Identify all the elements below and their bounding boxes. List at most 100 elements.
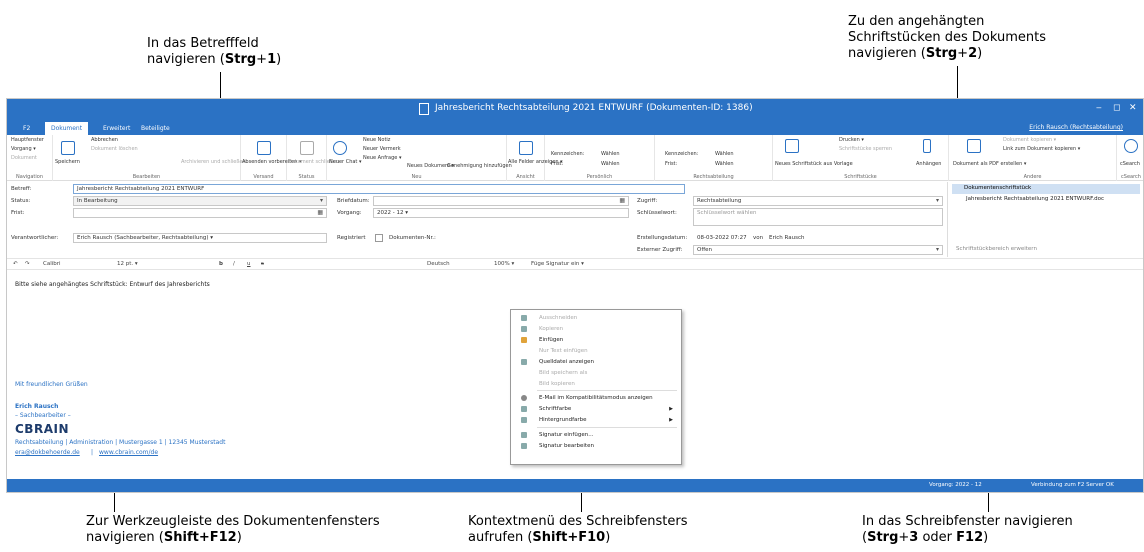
menu-item-copy-image[interactable]: Bild kopieren	[511, 379, 681, 389]
callout-subject-text: navigieren (	[147, 52, 225, 67]
italic-button[interactable]: /	[233, 261, 235, 267]
approval-button[interactable]: Genehmigung hinzufügen	[447, 163, 512, 169]
externer-zugriff-select[interactable]: Offen ▾	[693, 245, 943, 255]
status-select[interactable]: In Bearbeitung ▾	[73, 196, 327, 206]
close-icon[interactable]: ✕	[1129, 103, 1137, 113]
schluesselwort-field[interactable]: Schlüsselwort wählen	[693, 208, 943, 226]
tab-beteiligte[interactable]: Beteiligte	[135, 122, 176, 135]
document-icon	[419, 103, 429, 115]
schluesselwort-label: Schlüsselwort:	[637, 210, 677, 216]
menu-item-copy[interactable]: Kopieren	[511, 324, 681, 334]
callout-editor-key1: Strg	[867, 530, 899, 545]
menu-item-label: Bild kopieren	[539, 381, 575, 387]
menu-item-edit-signature[interactable]: Signatur bearbeiten	[511, 441, 681, 451]
tab-dokument[interactable]: Dokument	[45, 122, 89, 135]
new-note-button[interactable]: Neue Notiz	[363, 137, 390, 143]
signature-email[interactable]: era@dokbehoerde.de	[15, 449, 80, 456]
delete-button[interactable]: Dokument löschen	[91, 146, 138, 152]
attachment-header[interactable]: Dokumentenschriftstück	[952, 184, 1140, 194]
language-select[interactable]: Deutsch	[427, 261, 450, 267]
new-request-button[interactable]: Neue Anfrage ▾	[363, 155, 401, 161]
menu-item-paste-text[interactable]: Nur Text einfügen	[511, 346, 681, 356]
briefdatum-field[interactable]: ▦	[373, 196, 629, 206]
undo-icon[interactable]: ↶	[13, 261, 18, 267]
callout-toolbar-key: Shift+F12	[163, 530, 237, 545]
menu-item-view-source[interactable]: Quelldatei anzeigen	[511, 357, 681, 367]
dokument-button[interactable]: Dokument	[11, 155, 37, 161]
menu-item-insert-signature[interactable]: Signatur einfügen...	[511, 430, 681, 440]
lock-button[interactable]: Schriftstücke sperren	[839, 146, 892, 152]
menu-item-save-image[interactable]: Bild speichern als	[511, 368, 681, 378]
expand-attachments-link[interactable]: Schriftstückbereich erweitern	[956, 246, 1037, 252]
rechts-frist-select[interactable]: Wählen	[715, 161, 734, 167]
redo-icon[interactable]: ↷	[25, 261, 30, 267]
rechts-frist-label: Frist:	[665, 161, 678, 167]
tab-f2[interactable]: F2	[17, 122, 36, 135]
ribbon: Hauptfenster Vorgang ▾ Dokument Navigati…	[7, 135, 1143, 181]
persoenlich-frist-select[interactable]: Wählen	[601, 161, 620, 167]
font-size-select[interactable]: 12 pt. ▾	[117, 261, 138, 267]
minimize-icon[interactable]: ‒	[1096, 103, 1102, 113]
callout-plus: +	[957, 46, 969, 61]
csearch-button[interactable]: cSearch	[1120, 161, 1140, 167]
callout-context: Kontextmenü des Schreibfensters aufrufen…	[468, 514, 688, 546]
rechts-kennzeichen-select[interactable]: Wählen	[715, 151, 734, 157]
font-select[interactable]: Calibri	[43, 261, 61, 267]
vorgang-label: Vorgang:	[337, 210, 362, 216]
user-link[interactable]: Erich Rausch (Rechtsabteilung)	[1029, 124, 1123, 131]
attachment-item[interactable]: Jahresbericht Rechtsabteilung 2021 ENTWU…	[952, 196, 1104, 202]
vorgang-field[interactable]: 2022 - 12 ▾	[373, 208, 629, 218]
briefdatum-label: Briefdatum:	[337, 198, 370, 204]
signature-select[interactable]: Füge Signatur ein ▾	[531, 261, 584, 267]
vorgang-button[interactable]: Vorgang ▾	[11, 146, 36, 152]
group-navigation: Hauptfenster Vorgang ▾ Dokument Navigati…	[7, 135, 53, 181]
zugriff-select[interactable]: Rechtsabteilung ▾	[693, 196, 943, 206]
verantwortlicher-field[interactable]: Erich Rausch (Sachbearbeiter, Rechtsabte…	[73, 233, 327, 243]
frist-field[interactable]: ▦	[73, 208, 327, 218]
group-csearch: cSearch cSearch	[1117, 135, 1143, 181]
metadata-fields: Betreff: Jahresbericht Rechtsabteilung 2…	[7, 182, 943, 257]
callout-plus: +	[898, 530, 910, 545]
new-memo-button[interactable]: Neuer Vermerk	[363, 146, 401, 152]
tab-erweitert[interactable]: Erweitert	[97, 122, 136, 135]
calendar-icon: ▦	[619, 197, 625, 204]
context-menu: Ausschneiden Kopieren Einfügen Nur Text …	[510, 309, 682, 465]
betreff-field[interactable]: Jahresbericht Rechtsabteilung 2021 ENTWU…	[73, 184, 685, 194]
copy-link-button[interactable]: Link zum Dokument kopieren ▾	[1003, 146, 1080, 152]
signature-website[interactable]: www.cbrain.com/de	[99, 449, 158, 456]
attachments-pane: Dokumentenschriftstück Jahresbericht Rec…	[947, 182, 1143, 257]
group-bearbeiten: Speichern Abbrechen Dokument löschen Arc…	[53, 135, 246, 181]
menu-item-font-color[interactable]: Schriftfarbe ▶	[511, 404, 681, 414]
callout-subject-key2: 1	[267, 52, 277, 67]
callout-context-line1: Kontextmenü des Schreibfensters	[468, 514, 688, 529]
hauptfenster-button[interactable]: Hauptfenster	[11, 137, 44, 143]
editor-area[interactable]: Bitte siehe angehängtes Schriftstück: En…	[7, 271, 942, 475]
save-button[interactable]: Speichern	[55, 159, 80, 165]
menu-item-paste[interactable]: Einfügen	[511, 335, 681, 345]
status-value: In Bearbeitung	[77, 198, 118, 204]
pdf-button[interactable]: Dokument als PDF erstellen ▾	[953, 161, 1026, 167]
zugriff-value: Rechtsabteilung	[697, 198, 742, 204]
strike-button[interactable]: s	[261, 261, 264, 267]
menu-item-cut[interactable]: Ausschneiden	[511, 313, 681, 323]
new-from-template-button[interactable]: Neues Schriftstück aus Vorlage	[775, 161, 853, 167]
cancel-button[interactable]: Abbrechen	[91, 137, 118, 143]
group-label: Status	[298, 174, 315, 180]
print-button[interactable]: Drucken ▾	[839, 137, 864, 143]
verantwortlicher-value: Erich Rausch (Sachbearbeiter, Rechtsabte…	[77, 235, 213, 241]
menu-item-compat-mode[interactable]: E-Mail im Kompatibilitätsmodus anzeigen	[511, 393, 681, 403]
maximize-icon[interactable]: ◻	[1113, 103, 1120, 113]
menu-item-label: Schriftfarbe	[539, 406, 572, 412]
menu-item-background-color[interactable]: Hintergrundfarbe ▶	[511, 415, 681, 425]
underline-button[interactable]: u	[247, 261, 251, 267]
archive-button[interactable]: Archivieren und schließen	[181, 159, 246, 165]
new-chat-button[interactable]: Neuer Chat ▾	[329, 159, 362, 165]
zoom-select[interactable]: 100% ▾	[494, 261, 514, 267]
persoenlich-kennzeichen-select[interactable]: Wählen	[601, 151, 620, 157]
bold-button[interactable]: b	[219, 261, 223, 267]
ribbon-tabs: F2 Dokument Erweitert Beteiligte Erich R…	[7, 121, 1143, 135]
attach-button[interactable]: Anhängen	[916, 161, 941, 167]
verantwortlicher-label: Verantwortlicher:	[11, 235, 59, 241]
registriert-checkbox[interactable]	[375, 234, 383, 242]
copy-document-button[interactable]: Dokument kopieren ▾	[1003, 137, 1056, 143]
